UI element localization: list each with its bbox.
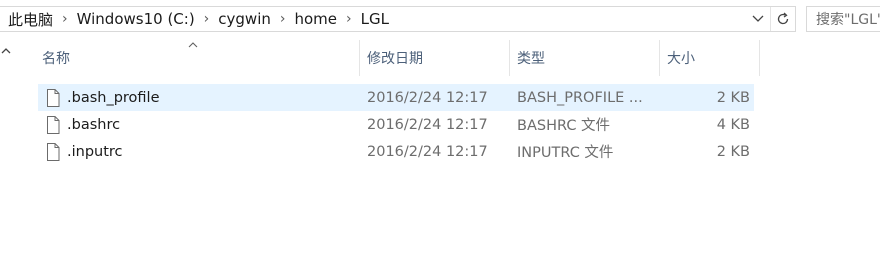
column-header-size-label: 大小 [667,51,695,67]
breadcrumb-this-pc[interactable]: 此电脑 [5,9,56,30]
search-placeholder: 搜索"LGL" [816,12,880,28]
breadcrumb-cygwin[interactable]: cygwin [215,10,274,28]
file-date: 2016/2/24 12:17 [367,116,488,133]
file-type: BASH_PROFILE ... [517,89,643,106]
search-input[interactable]: 搜索"LGL" [806,6,880,32]
breadcrumb: 此电脑 › Windows10 (C:) › cygwin › home › L… [0,7,392,31]
file-list: .bash_profile 2016/2/24 12:17 BASH_PROFI… [38,84,760,165]
breadcrumb-separator-icon[interactable]: › [198,11,216,27]
file-size: 2 KB [716,143,750,160]
file-type: BASHRC 文件 [517,118,611,134]
breadcrumb-separator-icon[interactable]: › [274,11,292,27]
column-header-date-label: 修改日期 [367,51,423,67]
navigation-pane [0,40,17,262]
file-name: .bash_profile [67,89,160,106]
refresh-icon[interactable] [770,7,795,31]
file-name: .bashrc [67,116,121,133]
column-header-type[interactable]: 类型 [510,40,660,76]
file-size: 2 KB [716,89,750,106]
sort-ascending-icon [188,38,198,51]
breadcrumb-separator-icon[interactable]: › [56,11,74,27]
file-name: .inputrc [67,143,123,160]
breadcrumb-home[interactable]: home [291,10,340,28]
file-row[interactable]: .bashrc 2016/2/24 12:17 BASHRC 文件 4 KB [38,111,760,138]
document-icon [47,88,60,107]
column-header-name[interactable]: 名称 [38,40,360,76]
breadcrumb-drive[interactable]: Windows10 (C:) [74,10,198,28]
column-header-size[interactable]: 大小 [660,40,760,76]
document-icon [47,115,60,134]
column-header-row: 名称 修改日期 类型 大小 [38,40,760,76]
file-size: 4 KB [716,116,750,133]
file-row[interactable]: .bash_profile 2016/2/24 12:17 BASH_PROFI… [38,84,760,111]
breadcrumb-lgl[interactable]: LGL [358,10,392,28]
chevron-down-icon[interactable] [748,7,768,31]
column-header-type-label: 类型 [517,51,545,67]
file-date: 2016/2/24 12:17 [367,143,488,160]
document-icon [47,142,60,161]
breadcrumb-separator-icon[interactable]: › [340,11,358,27]
chevron-up-icon[interactable] [0,44,12,56]
column-header-date[interactable]: 修改日期 [360,40,510,76]
address-bar-row: 此电脑 › Windows10 (C:) › cygwin › home › L… [0,0,880,38]
column-header-name-label: 名称 [42,51,70,67]
file-type: INPUTRC 文件 [517,145,614,161]
file-row[interactable]: .inputrc 2016/2/24 12:17 INPUTRC 文件 2 KB [38,138,760,165]
file-date: 2016/2/24 12:17 [367,89,488,106]
address-bar[interactable]: 此电脑 › Windows10 (C:) › cygwin › home › L… [0,6,796,32]
